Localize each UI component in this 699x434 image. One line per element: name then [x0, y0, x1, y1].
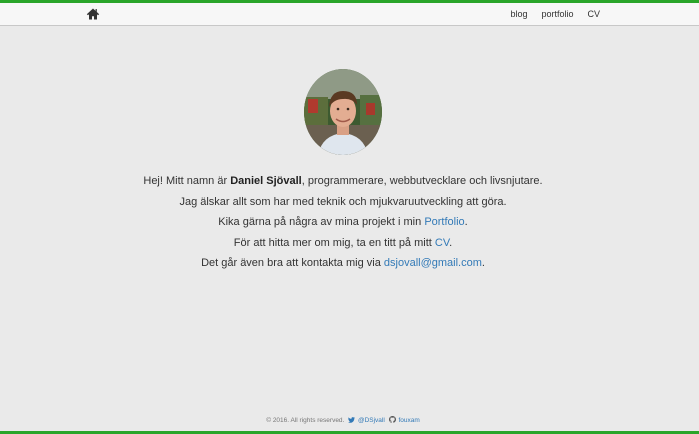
portfolio-link[interactable]: Portfolio: [424, 216, 464, 228]
nav-link-portfolio[interactable]: portfolio: [541, 9, 573, 19]
email-link[interactable]: dsjovall@gmail.com: [384, 257, 482, 269]
intro-greeting: Hej! Mitt namn är: [143, 175, 231, 187]
nav-link-blog[interactable]: blog: [510, 9, 527, 19]
intro-line-5: Det går även bra att kontakta mig via ds…: [201, 257, 485, 270]
intro-line-1: Hej! Mitt namn är Daniel Sjövall, progra…: [0, 171, 686, 192]
intro-line-4: För att hitta mer om mig, ta en titt på …: [233, 236, 453, 249]
intro-roles: , programmerare, webbutvecklare och livs…: [301, 175, 543, 187]
nav-link-cv[interactable]: CV: [587, 9, 600, 19]
navbar: blog portfolio CV: [0, 3, 699, 26]
author-name: Daniel Sjövall: [230, 175, 302, 187]
twitter-link[interactable]: @DSjvall: [358, 417, 385, 424]
footer: © 2016. All rights reserved. @DSjvall fo…: [0, 416, 686, 425]
cv-link[interactable]: CV: [435, 237, 449, 249]
home-link[interactable]: [86, 7, 100, 21]
nav-links: blog portfolio CV: [510, 3, 600, 25]
copyright-text: © 2016. All rights reserved.: [266, 417, 345, 424]
twitter-icon: [348, 417, 356, 425]
github-link[interactable]: fouxam: [398, 417, 419, 424]
intro-line-2: Jag älskar allt som har med teknik och m…: [179, 195, 507, 208]
github-icon: [388, 416, 396, 425]
intro-text: Hej! Mitt namn är Daniel Sjövall, progra…: [0, 171, 686, 274]
intro-line-3: Kika gärna på några av mina projekt i mi…: [218, 216, 468, 229]
home-icon: [86, 7, 100, 21]
avatar: [304, 69, 382, 155]
